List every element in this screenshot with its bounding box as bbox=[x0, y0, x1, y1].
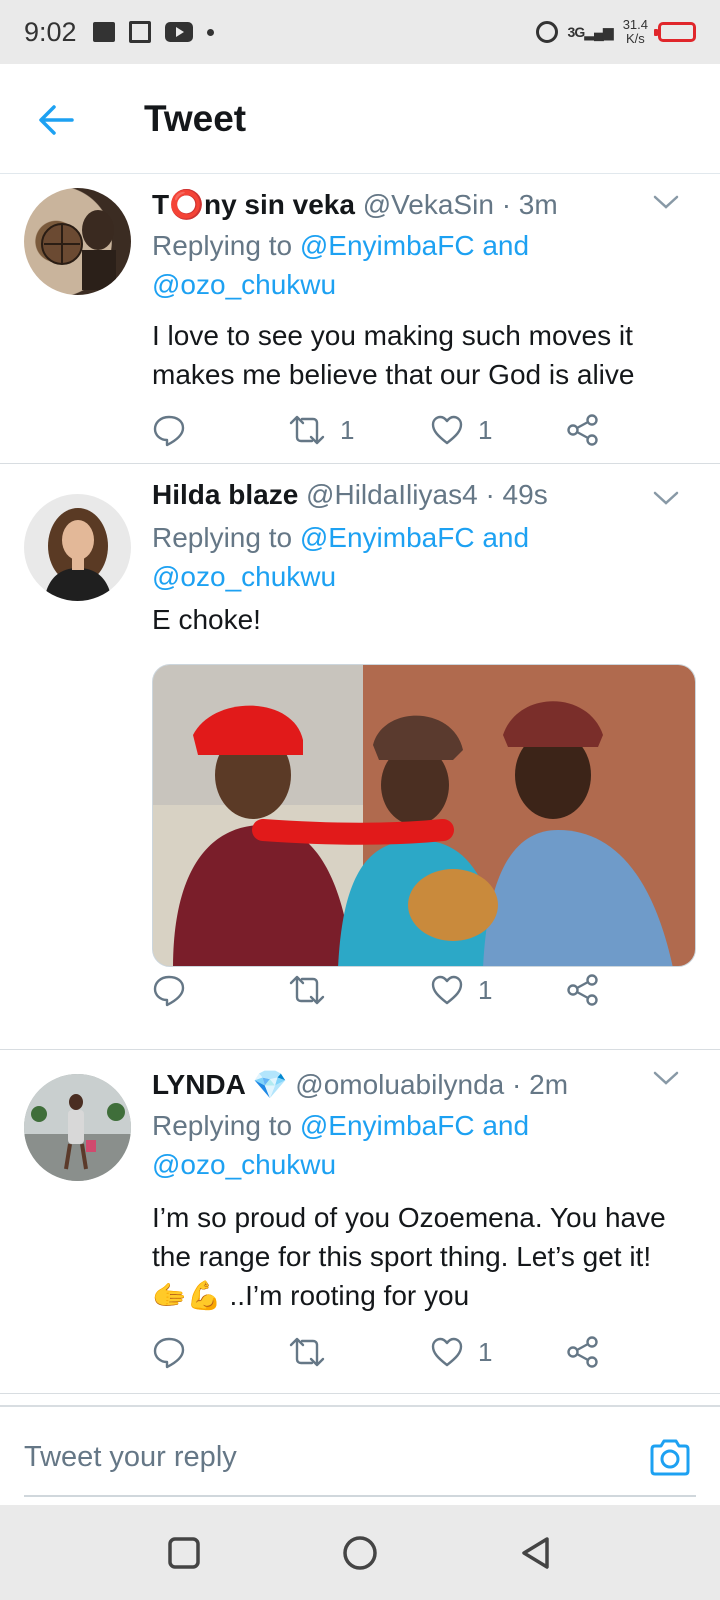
reply-button[interactable] bbox=[152, 410, 186, 450]
app-header: Tweet bbox=[0, 64, 720, 174]
replying-to: Replying to @EnyimbaFC and bbox=[152, 522, 530, 553]
avatar-image bbox=[24, 1074, 131, 1181]
like-button[interactable]: 1 bbox=[430, 970, 492, 1010]
avatar-image bbox=[44, 508, 112, 601]
share-button[interactable] bbox=[566, 410, 600, 450]
like-button[interactable]: 1 bbox=[430, 1332, 492, 1372]
network-speed: 31.4 K/s bbox=[622, 17, 648, 46]
back-arrow-icon bbox=[39, 105, 74, 135]
share-icon bbox=[567, 974, 598, 1006]
tweet-time: 49s bbox=[502, 479, 548, 510]
reply-button[interactable] bbox=[152, 1332, 186, 1372]
retweet-button[interactable]: 1 bbox=[288, 410, 354, 450]
like-icon bbox=[431, 975, 463, 1005]
tweet-header: T⭕ny sin veka @VekaSin · 3m bbox=[152, 189, 558, 220]
square-icon[interactable] bbox=[166, 1535, 202, 1571]
signal-icon: 3G▂▄▆ bbox=[567, 23, 614, 40]
tweet-text: I love to see you making such moves it m… bbox=[152, 320, 635, 390]
like-icon bbox=[431, 1337, 463, 1367]
tweet-time: 2m bbox=[529, 1069, 569, 1100]
avatar[interactable] bbox=[24, 1074, 131, 1181]
system-nav-bar bbox=[0, 1505, 720, 1600]
like-count: 1 bbox=[478, 974, 493, 1005]
tweet-header: Hilda blaze @HildaIliyas4 · 49s bbox=[152, 479, 548, 510]
back-button[interactable] bbox=[36, 100, 76, 140]
user-handle[interactable]: @omoluabilynda bbox=[295, 1069, 504, 1100]
tweet-actions: 1 1 bbox=[152, 410, 612, 450]
reply-input[interactable]: Tweet your reply bbox=[24, 1441, 237, 1474]
replying-to-2: @ozo_chukwu bbox=[152, 265, 336, 304]
image-icon bbox=[92, 22, 115, 42]
chevron-down-icon[interactable] bbox=[652, 484, 680, 512]
reply-composer: Tweet your reply bbox=[0, 1405, 720, 1505]
tweet-header: LYNDA 💎 @omoluabilynda · 2m bbox=[152, 1069, 569, 1100]
replying-to: Replying to @EnyimbaFC and bbox=[152, 230, 530, 261]
like-button[interactable]: 1 bbox=[430, 410, 492, 450]
like-icon bbox=[431, 415, 463, 445]
like-count: 1 bbox=[478, 414, 493, 445]
tweet-time: 3m bbox=[518, 189, 558, 220]
reply-icon bbox=[153, 975, 185, 1007]
tweet-text: E choke! bbox=[152, 604, 261, 635]
reply-button[interactable] bbox=[152, 970, 186, 1010]
photo bbox=[153, 665, 695, 966]
reply-icon bbox=[153, 1337, 185, 1369]
display-name[interactable]: Hilda blaze bbox=[152, 479, 298, 510]
user-handle[interactable]: @VekaSin bbox=[363, 189, 494, 220]
battery-icon bbox=[654, 22, 696, 42]
triangle-back-icon[interactable] bbox=[518, 1535, 554, 1571]
chevron-down-icon[interactable] bbox=[652, 188, 680, 216]
tweet-item[interactable]: Hilda blaze @HildaIliyas4 · 49s Replying… bbox=[0, 464, 720, 1050]
share-button[interactable] bbox=[566, 1332, 600, 1372]
more-dot-icon bbox=[206, 28, 214, 36]
camera-icon[interactable] bbox=[648, 1437, 692, 1477]
circle-icon[interactable] bbox=[342, 1535, 378, 1571]
retweet-icon bbox=[289, 975, 325, 1005]
tweet-item[interactable]: LYNDA 💎 @omoluabilynda · 2m Replying to … bbox=[0, 1050, 720, 1394]
mention-link[interactable]: @ozo_chukwu bbox=[152, 1149, 336, 1180]
avatar-image bbox=[41, 210, 116, 290]
page-title: Tweet bbox=[144, 98, 247, 139]
tweet-text: I’m so proud of you Ozoemena. You have t… bbox=[152, 1202, 666, 1311]
status-bar: 9:02 3G▂▄▆ 31.4 K/s bbox=[0, 0, 720, 64]
tweet-item[interactable]: T⭕ny sin veka @VekaSin · 3m Replying to … bbox=[0, 174, 720, 464]
mention-link[interactable]: @EnyimbaFC and bbox=[300, 522, 529, 553]
reply-underline bbox=[24, 1495, 696, 1497]
display-name[interactable]: LYNDA 💎 bbox=[152, 1069, 287, 1100]
mention-link[interactable]: @ozo_chukwu bbox=[152, 561, 336, 592]
mention-link[interactable]: @EnyimbaFC and bbox=[300, 1110, 529, 1141]
replying-to-2: @ozo_chukwu bbox=[152, 557, 336, 596]
avatar[interactable] bbox=[24, 188, 131, 295]
retweet-icon bbox=[289, 1337, 325, 1367]
like-count: 1 bbox=[478, 1336, 493, 1367]
display-name[interactable]: T⭕ny sin veka bbox=[152, 189, 355, 220]
alarm-icon bbox=[535, 21, 558, 43]
replying-to: Replying to @EnyimbaFC and bbox=[152, 1110, 530, 1141]
youtube-icon bbox=[164, 22, 193, 42]
mention-link[interactable]: @EnyimbaFC and bbox=[300, 230, 529, 261]
chevron-down-icon[interactable] bbox=[652, 1064, 680, 1092]
replying-to-2: @ozo_chukwu bbox=[152, 1145, 336, 1184]
system-icons: 3G▂▄▆ 31.4 K/s bbox=[535, 17, 696, 46]
retweet-icon bbox=[289, 415, 325, 445]
retweet-button[interactable] bbox=[288, 970, 340, 1010]
notification-icons bbox=[92, 21, 214, 43]
status-time: 9:02 bbox=[24, 16, 77, 47]
tweet-media-image[interactable] bbox=[152, 664, 696, 967]
retweet-button[interactable] bbox=[288, 1332, 340, 1372]
avatar[interactable] bbox=[24, 494, 131, 601]
mention-link[interactable]: @ozo_chukwu bbox=[152, 269, 336, 300]
tweet-actions: 1 bbox=[152, 970, 612, 1010]
retweet-count: 1 bbox=[340, 414, 355, 445]
reply-icon bbox=[153, 415, 185, 447]
share-button[interactable] bbox=[566, 970, 600, 1010]
share-icon bbox=[567, 414, 598, 446]
user-handle[interactable]: @HildaIliyas4 bbox=[306, 479, 478, 510]
share-icon bbox=[567, 1336, 598, 1368]
news-icon bbox=[128, 21, 151, 43]
tweet-actions: 1 bbox=[152, 1332, 612, 1372]
